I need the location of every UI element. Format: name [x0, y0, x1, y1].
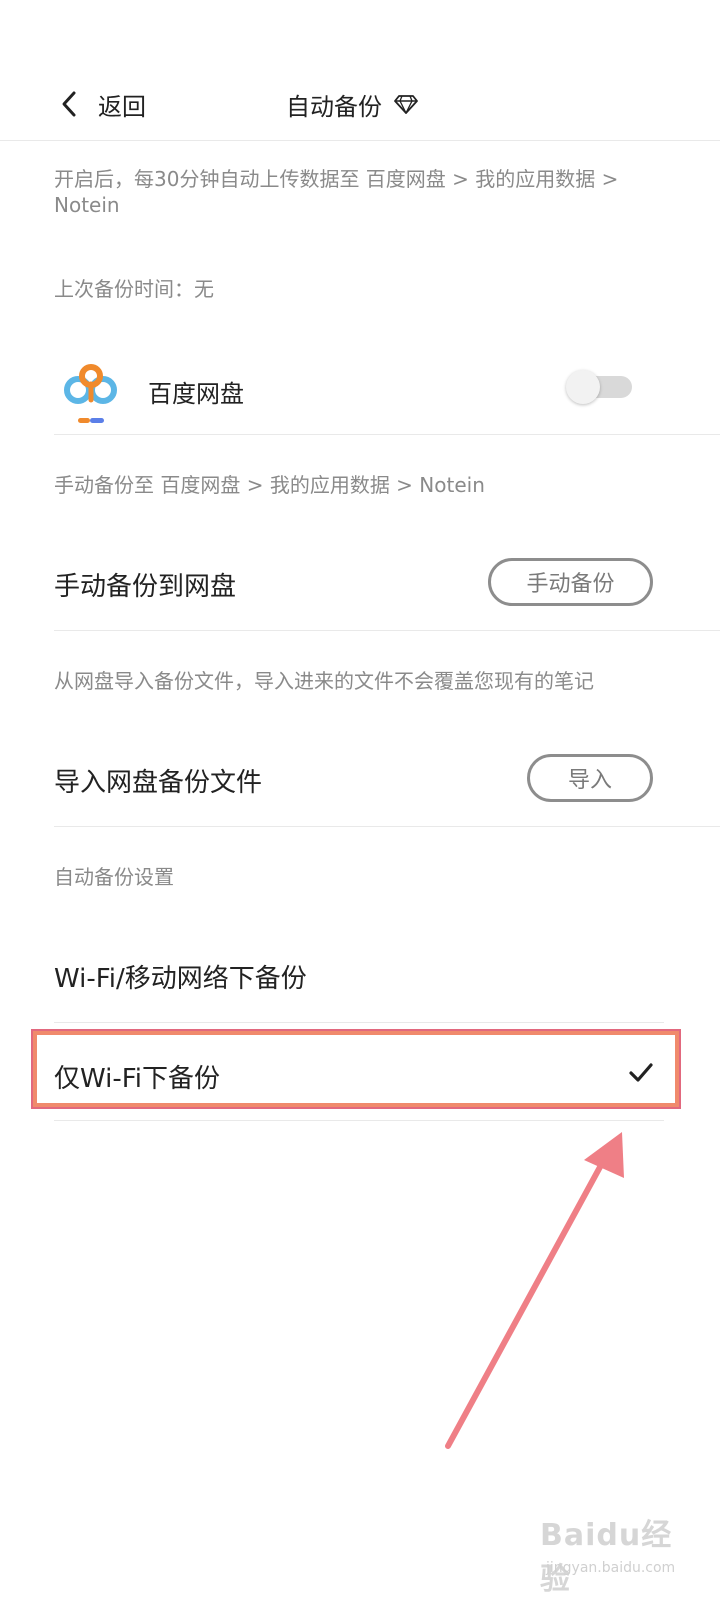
divider	[54, 630, 720, 631]
page-title-group: 自动备份	[286, 84, 418, 124]
divider	[54, 1120, 664, 1121]
import-button[interactable]: 导入	[527, 754, 653, 802]
chevron-left-icon	[62, 91, 76, 117]
back-label: 返回	[98, 92, 146, 121]
last-backup-time: 上次备份时间：无	[54, 277, 214, 301]
backup-settings-title: 自动备份设置	[54, 865, 174, 889]
divider	[54, 1022, 664, 1023]
diamond-icon	[394, 95, 418, 114]
auto-backup-toggle[interactable]	[566, 370, 632, 404]
watermark-sub: jingyan.baidu.com	[546, 1560, 676, 1576]
watermark-main: Baidu经验	[540, 1518, 673, 1597]
manual-backup-label: 手动备份到网盘	[54, 572, 237, 602]
import-label: 导入网盘备份文件	[54, 768, 263, 798]
baidu-netdisk-logo	[64, 364, 117, 423]
auto-backup-description: 开启后，每30分钟自动上传数据至 百度网盘 > 我的应用数据 > Notein	[54, 167, 619, 217]
divider	[54, 826, 720, 827]
back-button[interactable]: 返回	[60, 84, 146, 124]
import-description: 从网盘导入备份文件，导入进来的文件不会覆盖您现有的笔记	[54, 669, 594, 693]
baidu-netdisk-label: 百度网盘	[148, 380, 244, 408]
option-wifi-mobile[interactable]: Wi-Fi/移动网络下备份	[0, 930, 720, 1022]
page-title: 自动备份	[286, 92, 382, 121]
toggle-knob	[566, 370, 600, 404]
manual-backup-description: 手动备份至 百度网盘 > 我的应用数据 > Notein	[54, 473, 485, 497]
top-bar: 返回 自动备份	[0, 62, 720, 142]
divider	[54, 434, 720, 435]
highlight-box	[31, 1029, 681, 1109]
header-divider	[0, 140, 720, 141]
manual-backup-button[interactable]: 手动备份	[488, 558, 653, 606]
baidu-watermark: Baidu经验 jingyan.baidu.com	[540, 1510, 700, 1600]
option-label: Wi-Fi/移动网络下备份	[54, 964, 307, 994]
